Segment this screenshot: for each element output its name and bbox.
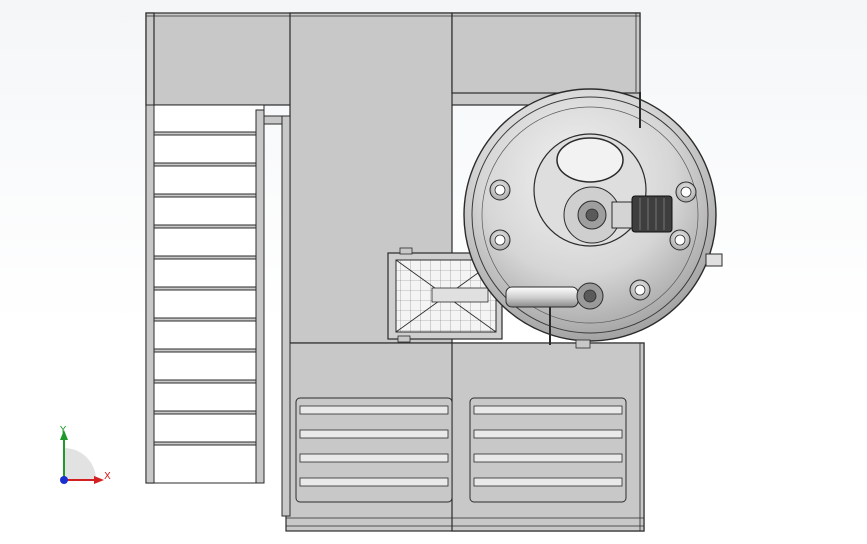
grating-bar: [473, 453, 623, 463]
cad-viewport[interactable]: X Y: [0, 0, 867, 544]
transfer-pipe: [505, 282, 604, 310]
stair-tread: [153, 131, 257, 136]
right-top-deck: [451, 12, 641, 94]
stair-tread: [153, 410, 257, 415]
stair-tread: [153, 193, 257, 198]
stair-tread: [153, 162, 257, 167]
grating-bar: [473, 405, 623, 415]
axis-triad[interactable]: X Y: [59, 425, 111, 484]
stair-tread: [153, 379, 257, 384]
stair-tread: [153, 441, 257, 446]
nozzle-bore: [634, 284, 646, 296]
z-axis-dot: [60, 476, 68, 484]
nozzle-bore: [674, 234, 686, 246]
nozzle-bore: [494, 184, 506, 196]
x-axis-label: X: [104, 471, 111, 482]
stair-tread: [153, 317, 257, 322]
grating-bar: [299, 405, 449, 415]
stair-tread: [153, 224, 257, 229]
y-axis-label: Y: [59, 425, 67, 436]
nozzle-bore: [494, 234, 506, 246]
cad-model-top-view[interactable]: X Y: [0, 0, 867, 544]
grating-bar: [299, 453, 449, 463]
sight-glass: [556, 137, 624, 183]
grating-bar: [299, 477, 449, 487]
stair-tread: [153, 286, 257, 291]
stair-tread: [153, 348, 257, 353]
motor: [631, 195, 673, 233]
grating-bar: [299, 429, 449, 439]
grating-bar: [473, 429, 623, 439]
stairway: [145, 104, 291, 517]
grating-bar: [473, 477, 623, 487]
stair-tread: [153, 255, 257, 260]
side-nozzle: [705, 253, 723, 267]
nozzle-bore: [680, 186, 692, 198]
